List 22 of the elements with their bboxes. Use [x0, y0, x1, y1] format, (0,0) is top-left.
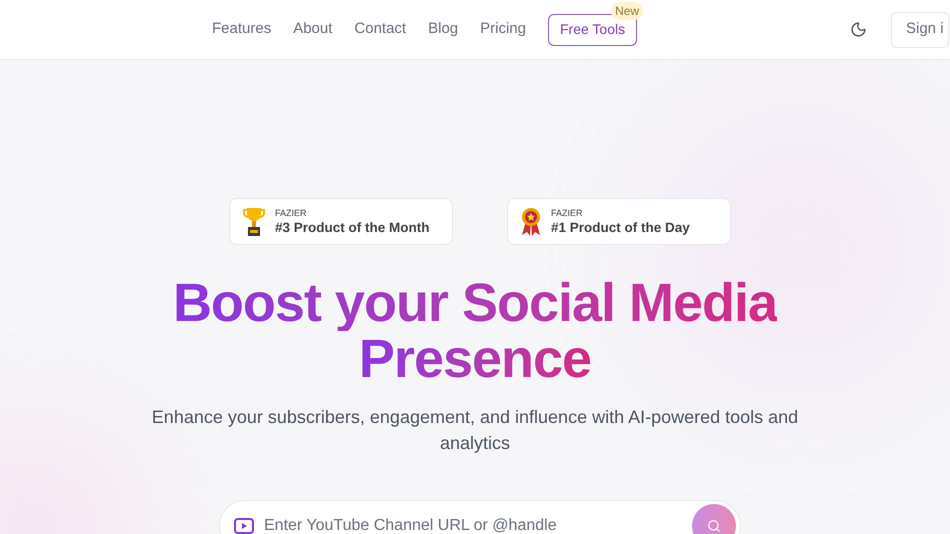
nav-link[interactable]: Contact: [354, 18, 406, 41]
sign-in-button[interactable]: Sign i: [891, 12, 949, 48]
award-badge[interactable]: FAZIER #1 Product of the Day: [507, 198, 731, 245]
nav-link[interactable]: Pricing: [480, 18, 526, 41]
award-title: #3 Product of the Month: [275, 218, 430, 236]
nav-link[interactable]: About: [293, 18, 332, 41]
free-tools-button[interactable]: Free Tools: [548, 14, 638, 46]
video-play-icon: [234, 518, 254, 534]
dark-mode-icon[interactable]: [850, 21, 867, 38]
trophy-icon: [243, 206, 265, 236]
nav-link[interactable]: Blog: [428, 18, 458, 41]
award-badge[interactable]: FAZIER #3 Product of the Month: [229, 198, 453, 245]
medal-icon: [521, 206, 541, 236]
award-source: FAZIER: [275, 206, 308, 218]
award-title: #1 Product of the Day: [551, 218, 690, 236]
new-badge: New: [611, 2, 644, 20]
hero-subtitle: Enhance your subscribers, engagement, and influence with AI-powered tools and analytics: [150, 406, 800, 455]
channel-url-input[interactable]: Enter YouTube Channel URL or @handle: [264, 514, 682, 534]
nav-link[interactable]: Features: [212, 18, 272, 41]
channel-search-field[interactable]: Enter YouTube Channel URL or @handle: [219, 500, 741, 534]
search-icon: [707, 519, 721, 533]
award-source: FAZIER: [551, 206, 584, 218]
